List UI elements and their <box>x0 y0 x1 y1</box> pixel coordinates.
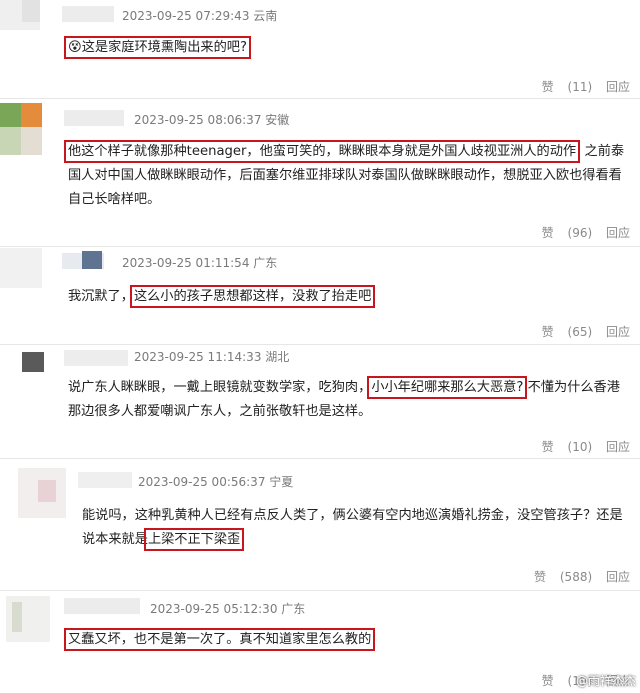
comment-body: 😵这是家庭环境熏陶出来的吧? <box>64 36 628 60</box>
like-button[interactable]: 赞 (10) <box>532 440 592 454</box>
divider <box>0 344 640 345</box>
emoji-icon: 😵 <box>68 40 82 55</box>
like-button[interactable]: 赞 (96) <box>532 226 592 240</box>
comment-body: 他这个样子就像那种teenager，他蛮可笑的，眯眯眼本身就是外国人歧视亚洲人的… <box>63 140 634 212</box>
comment-body: 能说吗，这种乳黄种人已经有点反人类了，俩公婆有空内地巡演婚礼捞金，没空管孩子？还… <box>82 504 632 552</box>
comment-actions: 赞 (11) 回应 <box>522 78 630 95</box>
avatar[interactable] <box>22 352 44 372</box>
comment-meta: 2023-09-25 08:06:37 安徽 <box>134 113 290 127</box>
like-button[interactable]: 赞 (588) <box>524 570 592 584</box>
comment-4: 2023-09-25 11:14:33 湖北 说广东人眯眯眼，一戴上眼镜就变数学… <box>0 346 640 458</box>
divider <box>0 98 640 99</box>
highlighted-text: 小小年纪哪来那么大恶意? <box>367 376 528 399</box>
like-button[interactable]: 赞 (65) <box>532 325 592 339</box>
username-blurred[interactable] <box>62 6 114 22</box>
reply-button[interactable]: 回应 <box>606 440 630 454</box>
comment-actions: 赞 (588) 回应 <box>514 568 630 585</box>
highlighted-text: 这么小的孩子思想都这样，没救了抬走吧 <box>129 285 376 308</box>
comment-text: 我沉默了， <box>68 289 134 304</box>
watermark: @雨祥杰杰 <box>575 674 636 688</box>
comment-actions: 赞 (10) 回应 <box>522 438 630 455</box>
avatar[interactable] <box>6 596 50 642</box>
reply-button[interactable]: 回应 <box>606 325 630 339</box>
divider <box>0 458 640 459</box>
divider <box>0 590 640 591</box>
avatar[interactable] <box>18 468 66 518</box>
like-button[interactable]: 赞 (11) <box>532 80 592 94</box>
highlighted-text: 他这个样子就像那种teenager，他蛮可笑的，眯眯眼本身就是外国人歧视亚洲人的… <box>63 140 581 163</box>
comment-body: 又蠢又坏，也不是第一次了。真不知道家里怎么教的 <box>63 628 628 652</box>
highlighted-text: 上梁不正下梁歪 <box>143 528 245 551</box>
comment-meta: 2023-09-25 01:11:54 广东 <box>122 256 278 270</box>
avatar[interactable] <box>0 248 42 288</box>
username-blurred[interactable] <box>64 598 140 614</box>
highlighted-text: 😵这是家庭环境熏陶出来的吧? <box>64 36 251 59</box>
divider <box>0 246 640 247</box>
comment-actions: 赞 (96) 回应 <box>522 224 630 241</box>
comment-1: 2023-09-25 07:29:43 云南 😵这是家庭环境熏陶出来的吧? 赞 … <box>0 0 640 100</box>
comment-3: 2023-09-25 01:11:54 广东 我沉默了，这么小的孩子思想都这样，… <box>0 248 640 346</box>
username-blurred[interactable] <box>64 110 124 126</box>
comment-text: 说广东人眯眯眼，一戴上眼镜就变数学家，吃狗肉， <box>68 380 372 395</box>
comment-meta: 2023-09-25 00:56:37 宁夏 <box>138 475 294 489</box>
comment-meta: 2023-09-25 05:12:30 广东 <box>150 602 306 616</box>
comment-body: 说广东人眯眯眼，一戴上眼镜就变数学家，吃狗肉，小小年纪哪来那么大恶意? 不懂为什… <box>68 376 630 424</box>
reply-button[interactable]: 回应 <box>606 80 630 94</box>
comment-actions: 赞 (65) 回应 <box>522 323 630 340</box>
comment-body: 我沉默了，这么小的孩子思想都这样，没救了抬走吧 <box>68 285 628 309</box>
comment-meta: 2023-09-25 07:29:43 云南 <box>122 9 278 23</box>
comment-2: 2023-09-25 08:06:37 安徽 他这个样子就像那种teenager… <box>0 100 640 248</box>
highlighted-text: 又蠢又坏，也不是第一次了。真不知道家里怎么教的 <box>63 628 376 651</box>
username-blurred-block <box>82 251 102 269</box>
comment-meta: 2023-09-25 11:14:33 湖北 <box>134 350 290 364</box>
username-blurred[interactable] <box>78 472 132 488</box>
username-blurred[interactable] <box>64 350 128 366</box>
comment-6: 2023-09-25 05:12:30 广东 又蠢又坏，也不是第一次了。真不知道… <box>0 592 640 693</box>
avatar[interactable] <box>0 0 40 30</box>
comment-5: 2023-09-25 00:56:37 宁夏 能说吗，这种乳黄种人已经有点反人类… <box>0 460 640 590</box>
avatar[interactable] <box>0 103 42 155</box>
reply-button[interactable]: 回应 <box>606 226 630 240</box>
reply-button[interactable]: 回应 <box>606 570 630 584</box>
